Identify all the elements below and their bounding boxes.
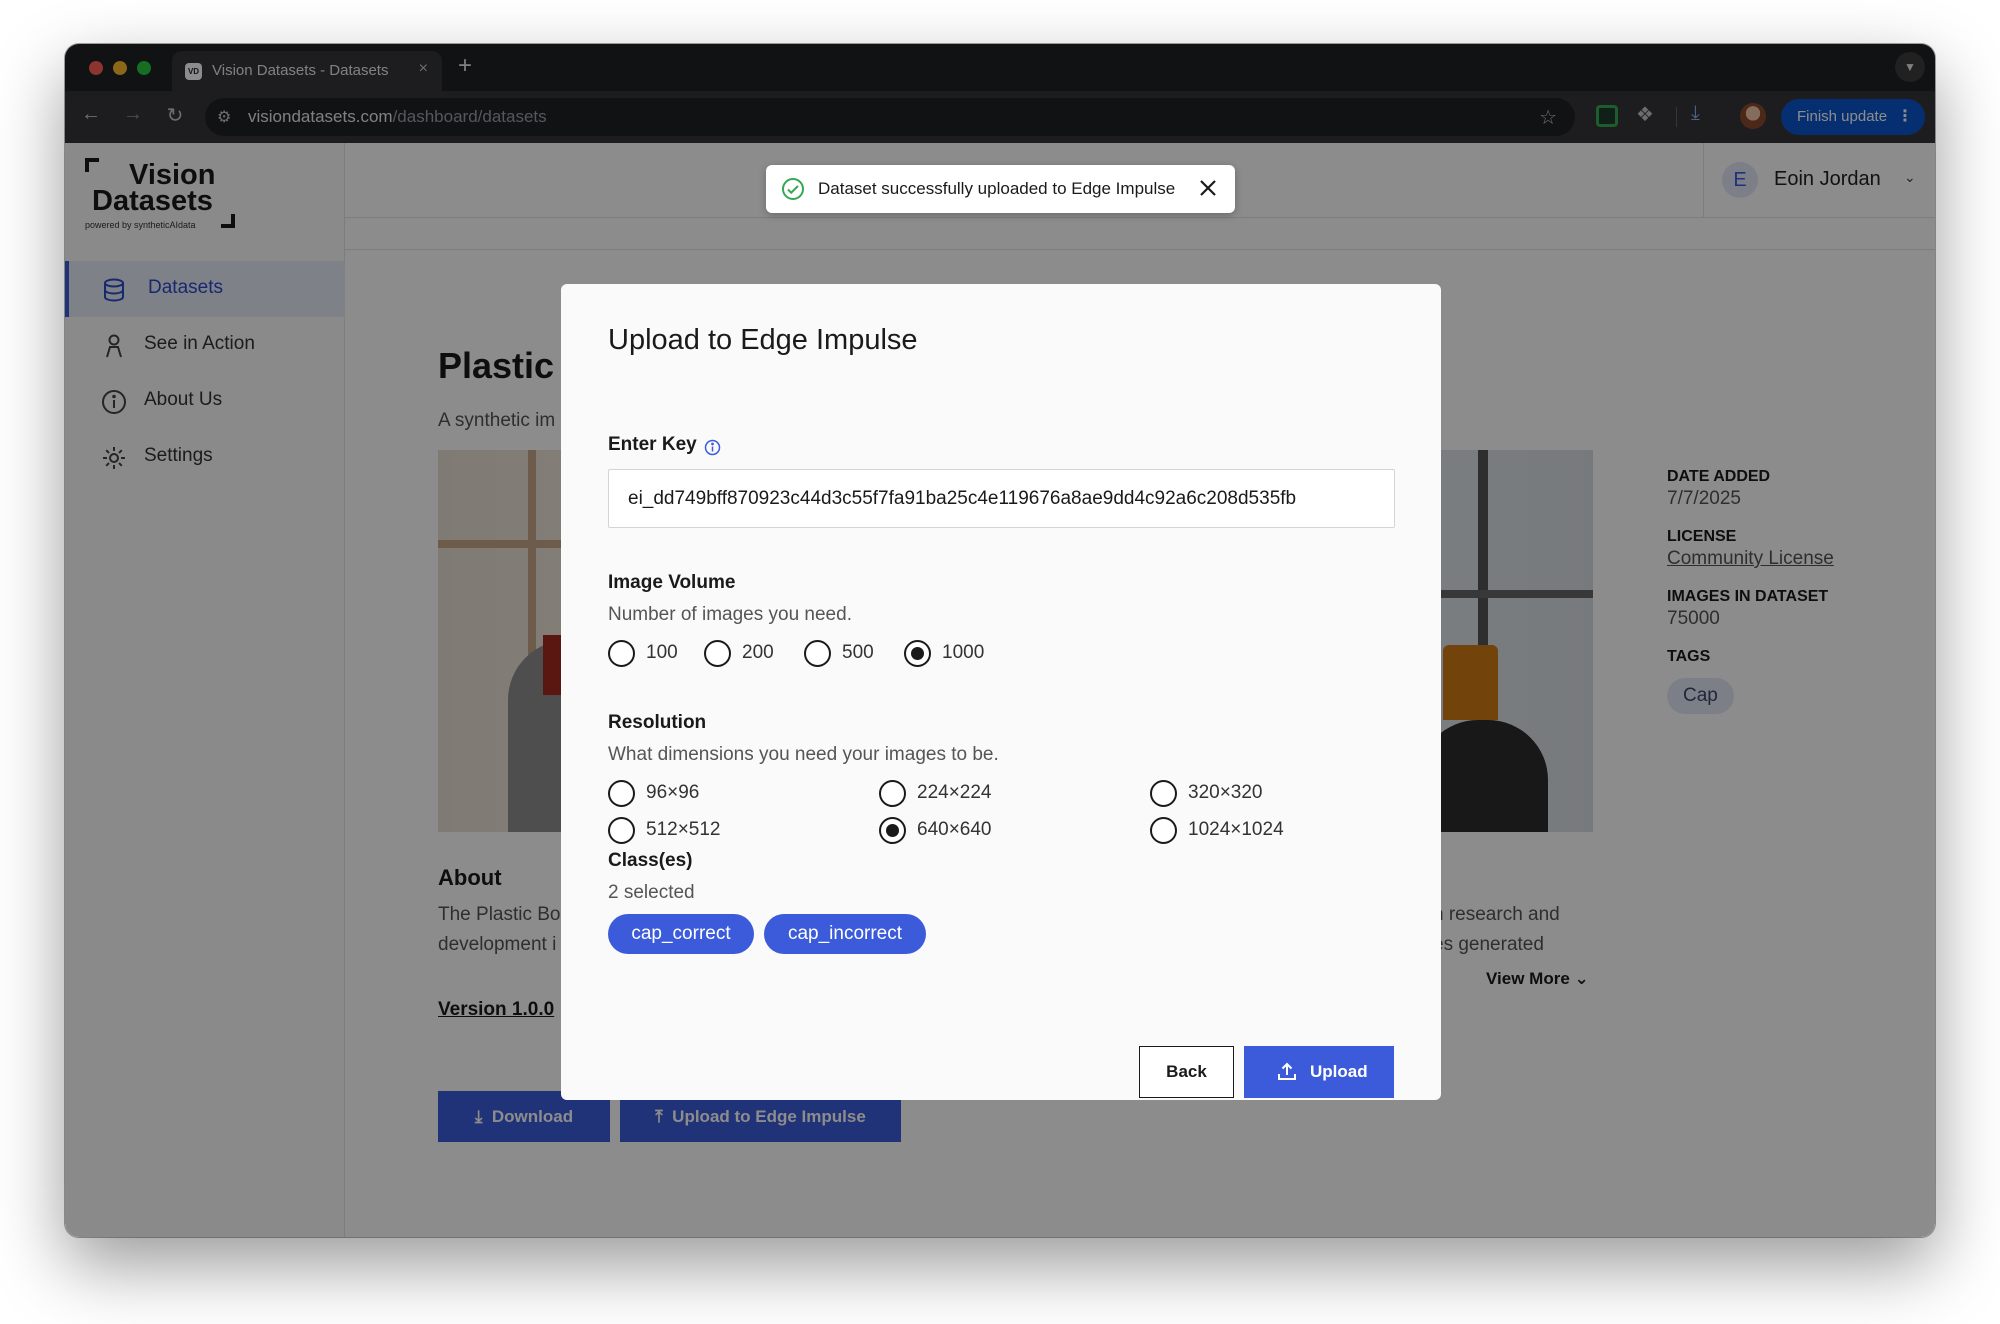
classes-count: 2 selected	[608, 882, 695, 903]
classes-label: Class(es)	[608, 850, 693, 871]
radio-label: 500	[842, 642, 874, 663]
success-toast: Dataset successfully uploaded to Edge Im…	[766, 165, 1235, 213]
key-label: Enter Key	[608, 434, 697, 455]
toast-message: Dataset successfully uploaded to Edge Im…	[818, 179, 1176, 198]
radio-label: 640×640	[917, 819, 992, 840]
radio-label: 100	[646, 642, 678, 663]
upload-button[interactable]: Upload	[1244, 1046, 1394, 1098]
class-chip-cap-correct[interactable]: cap_correct	[608, 914, 754, 954]
radio-circle	[879, 780, 906, 807]
resolution-radio-640[interactable]: 640×640	[879, 815, 1019, 845]
resolution-radio-96[interactable]: 96×96	[608, 778, 728, 808]
check-circle-icon	[782, 178, 804, 200]
back-button[interactable]: Back	[1139, 1046, 1234, 1098]
volume-help: Number of images you need.	[608, 604, 852, 625]
close-icon[interactable]	[1197, 177, 1219, 199]
resolution-help: What dimensions you need your images to …	[608, 744, 999, 765]
radio-label: 200	[742, 642, 774, 663]
radio-label: 1000	[942, 642, 985, 663]
volume-radio-100[interactable]: 100	[608, 638, 678, 668]
resolution-radio-512[interactable]: 512×512	[608, 815, 738, 845]
api-key-input[interactable]	[608, 469, 1395, 528]
volume-label: Image Volume	[608, 572, 736, 593]
radio-circle	[804, 640, 831, 667]
radio-circle	[608, 640, 635, 667]
radio-circle	[879, 817, 906, 844]
volume-radio-200[interactable]: 200	[704, 638, 774, 668]
radio-circle	[1150, 817, 1177, 844]
resolution-radio-224[interactable]: 224×224	[879, 778, 1019, 808]
radio-label: 512×512	[646, 819, 721, 840]
browser-window: VD Vision Datasets - Datasets × + ▼ ← → …	[65, 44, 1935, 1237]
radio-label: 320×320	[1188, 782, 1263, 803]
volume-radio-500[interactable]: 500	[804, 638, 874, 668]
upload-modal: Upload to Edge Impulse Enter Key Image V…	[561, 284, 1441, 1100]
modal-title: Upload to Edge Impulse	[608, 324, 918, 356]
radio-label: 96×96	[646, 782, 700, 803]
upload-icon	[1278, 1062, 1296, 1080]
class-chip-cap-incorrect[interactable]: cap_incorrect	[764, 914, 926, 954]
radio-circle	[704, 640, 731, 667]
resolution-radio-320[interactable]: 320×320	[1150, 778, 1290, 808]
resolution-radio-1024[interactable]: 1024×1024	[1150, 815, 1310, 845]
radio-label: 224×224	[917, 782, 992, 803]
radio-circle	[904, 640, 931, 667]
resolution-label: Resolution	[608, 712, 707, 733]
radio-circle	[608, 817, 635, 844]
radio-label: 1024×1024	[1188, 819, 1284, 840]
volume-radio-1000[interactable]: 1000	[904, 638, 984, 668]
radio-circle	[608, 780, 635, 807]
upload-button-label: Upload	[1310, 1062, 1368, 1081]
info-icon[interactable]	[704, 439, 721, 456]
radio-circle	[1150, 780, 1177, 807]
